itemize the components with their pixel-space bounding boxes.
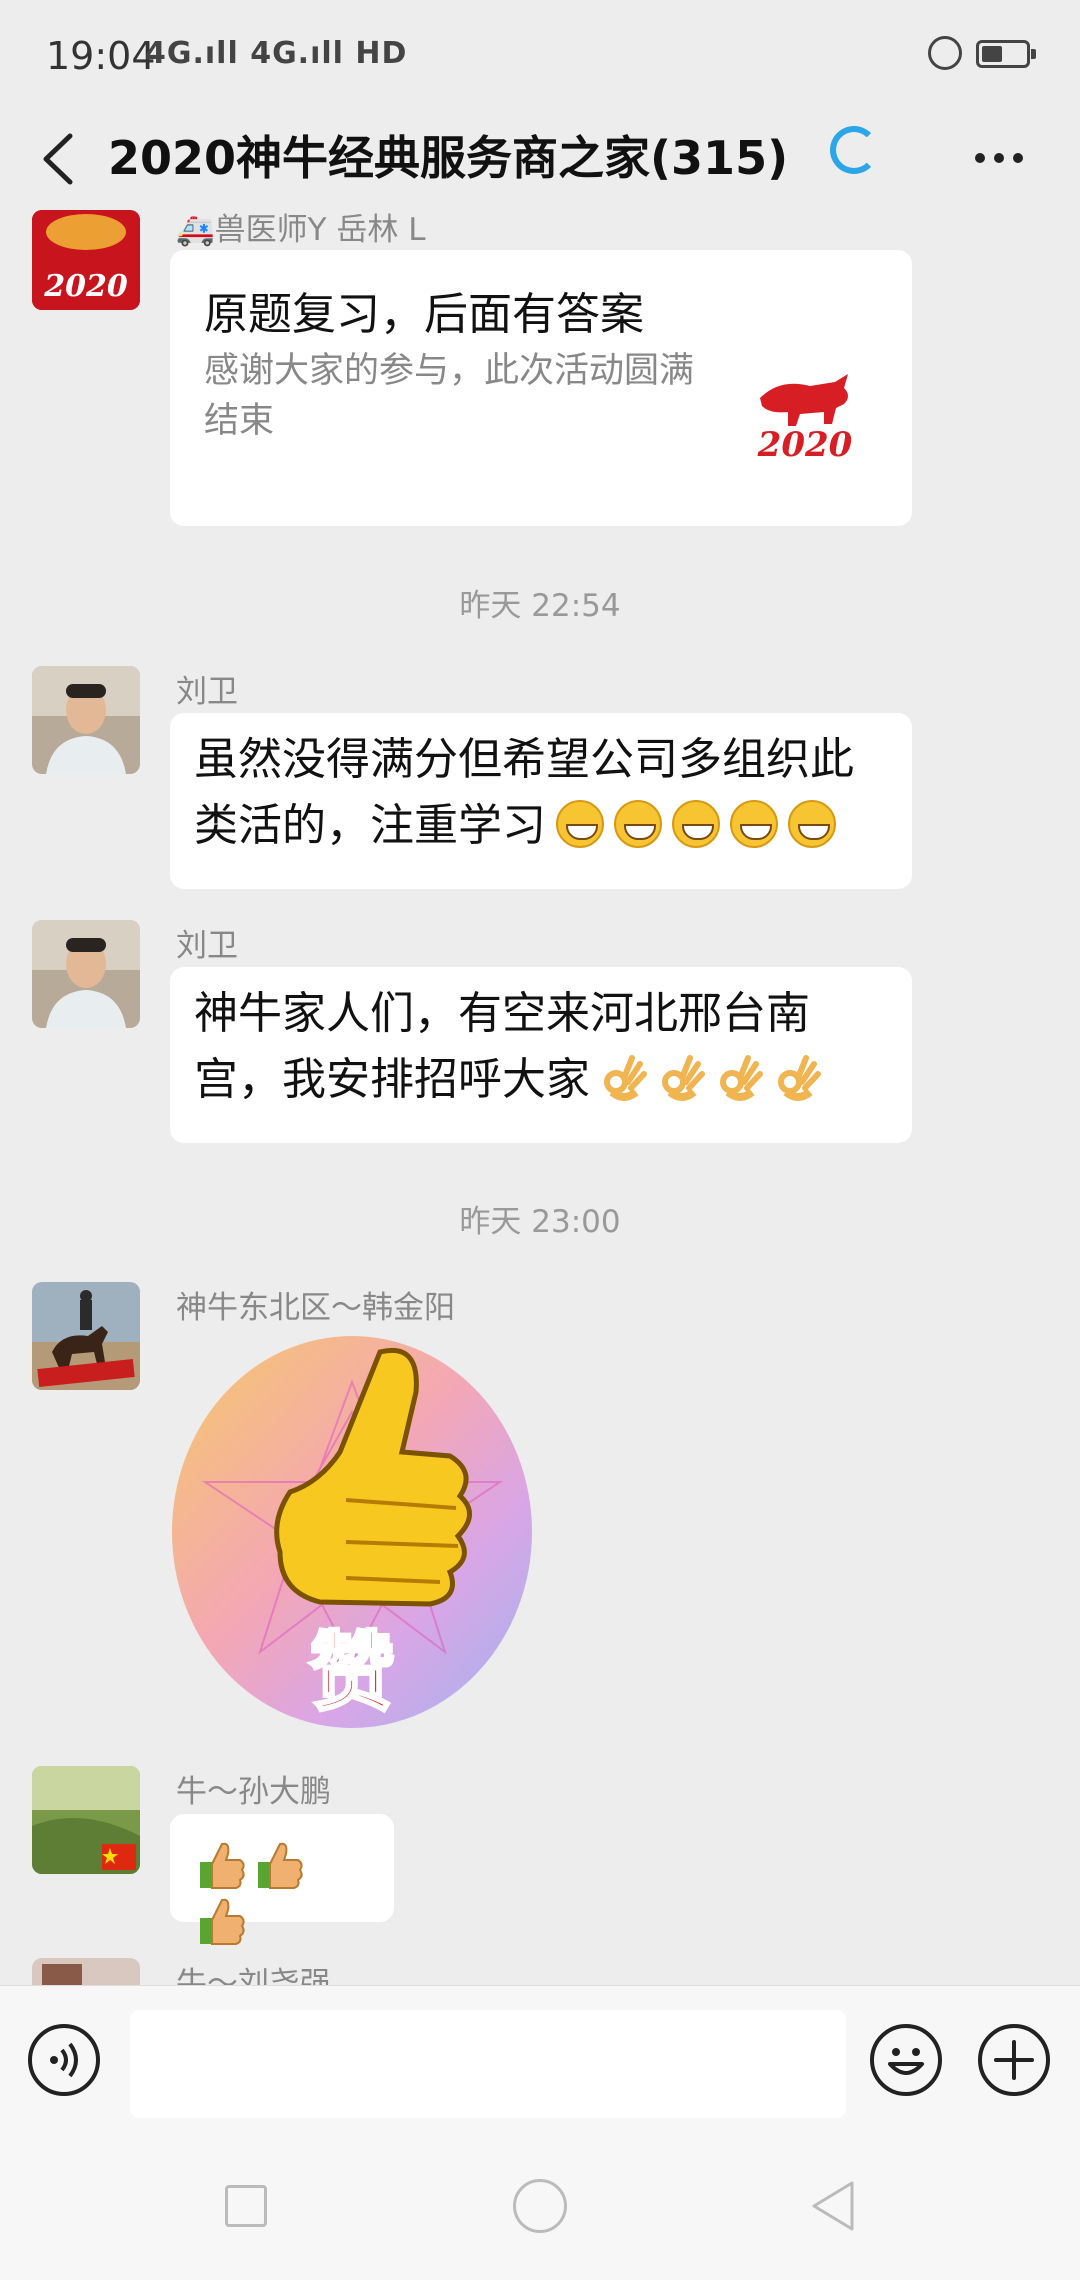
sender-name: 牛～刘尧强 bbox=[176, 1966, 331, 1985]
signal-icon: 4G.ıll 4G.ıll HD bbox=[145, 36, 408, 71]
message-input[interactable] bbox=[130, 2010, 846, 2118]
chat-header: 2020神牛经典服务商之家(315) bbox=[0, 108, 1080, 208]
add-icon[interactable] bbox=[978, 2024, 1050, 2096]
grin-icon bbox=[556, 800, 604, 848]
avatar[interactable] bbox=[32, 920, 140, 1028]
card-description: 感谢大家的参与，此次活动圆满结束 bbox=[204, 351, 695, 441]
status-bar: 19:04 4G.ıll 4G.ıll HD bbox=[0, 0, 1080, 108]
card-thumbnail: 2020 bbox=[757, 374, 853, 465]
home-icon[interactable] bbox=[513, 2179, 567, 2233]
avatar[interactable] bbox=[32, 666, 140, 774]
emoji-icon[interactable] bbox=[870, 2024, 942, 2096]
thumbs-up-icon bbox=[200, 1842, 245, 1889]
ok-hand-icon bbox=[778, 1055, 821, 1101]
grin-icon bbox=[672, 800, 720, 848]
grin-icon bbox=[788, 800, 836, 848]
voice-icon[interactable] bbox=[28, 2024, 100, 2096]
sender-name: 神牛东北区～韩金阳 bbox=[176, 1290, 455, 1326]
loading-icon bbox=[830, 126, 878, 174]
page-title: 2020神牛经典服务商之家(315) bbox=[108, 131, 789, 185]
ok-hand-icon bbox=[720, 1055, 763, 1101]
message-bubble[interactable]: 虽然没得满分但希望公司多组织此类活的，注重学习 bbox=[170, 713, 912, 889]
timestamp: 昨天 22:54 bbox=[459, 588, 621, 624]
input-bar bbox=[0, 1985, 1080, 2136]
sender-name: 牛～孙大鹏 bbox=[176, 1774, 331, 1810]
grin-emoji-group bbox=[546, 800, 836, 848]
status-time: 19:04 bbox=[46, 34, 156, 78]
thumbs-up-sticker[interactable]: 赞 bbox=[170, 1332, 534, 1732]
ok-hand-icon bbox=[662, 1055, 705, 1101]
message-bubble[interactable] bbox=[170, 1814, 394, 1945]
sticker-text: 赞 bbox=[309, 1623, 395, 1723]
battery-icon bbox=[976, 40, 1036, 68]
nav-back-icon[interactable] bbox=[808, 2179, 858, 2233]
avatar[interactable] bbox=[32, 1958, 140, 1985]
avatar[interactable]: 2020 bbox=[32, 210, 140, 310]
link-card[interactable]: 原题复习，后面有答案 感谢大家的参与，此次活动圆满结束 2020 bbox=[170, 250, 912, 526]
lock-icon bbox=[928, 36, 962, 70]
back-icon[interactable] bbox=[30, 124, 90, 194]
thumbs-up-icon bbox=[258, 1842, 303, 1889]
grin-icon bbox=[614, 800, 662, 848]
sender-name: 刘卫 bbox=[176, 674, 238, 710]
recent-apps-icon[interactable] bbox=[225, 2185, 267, 2227]
ok-hand-icon bbox=[604, 1055, 647, 1101]
timestamp: 昨天 23:00 bbox=[459, 1204, 621, 1240]
avatar-text: 2020 bbox=[43, 269, 128, 304]
sender-name: 🚑兽医师Y 岳林 L bbox=[176, 212, 426, 248]
navigation-bar bbox=[0, 2135, 1080, 2280]
avatar[interactable] bbox=[32, 1282, 140, 1390]
avatar[interactable] bbox=[32, 1766, 140, 1874]
message-bubble[interactable]: 神牛家人们，有空来河北邢台南宫，我安排招呼大家 bbox=[170, 967, 912, 1143]
grin-icon bbox=[730, 800, 778, 848]
card-thumbnail-text: 2020 bbox=[757, 425, 853, 465]
chat-message-list[interactable]: 2020 🚑兽医师Y 岳林 L 原题复习，后面有答案 感谢大家的参与，此次活动圆… bbox=[0, 210, 1080, 1985]
card-title: 原题复习，后面有答案 bbox=[204, 289, 644, 340]
sender-name: 刘卫 bbox=[176, 928, 238, 964]
ok-emoji-group bbox=[590, 1055, 822, 1101]
more-icon[interactable] bbox=[975, 148, 1035, 168]
thumbs-up-icon bbox=[200, 1898, 245, 1945]
